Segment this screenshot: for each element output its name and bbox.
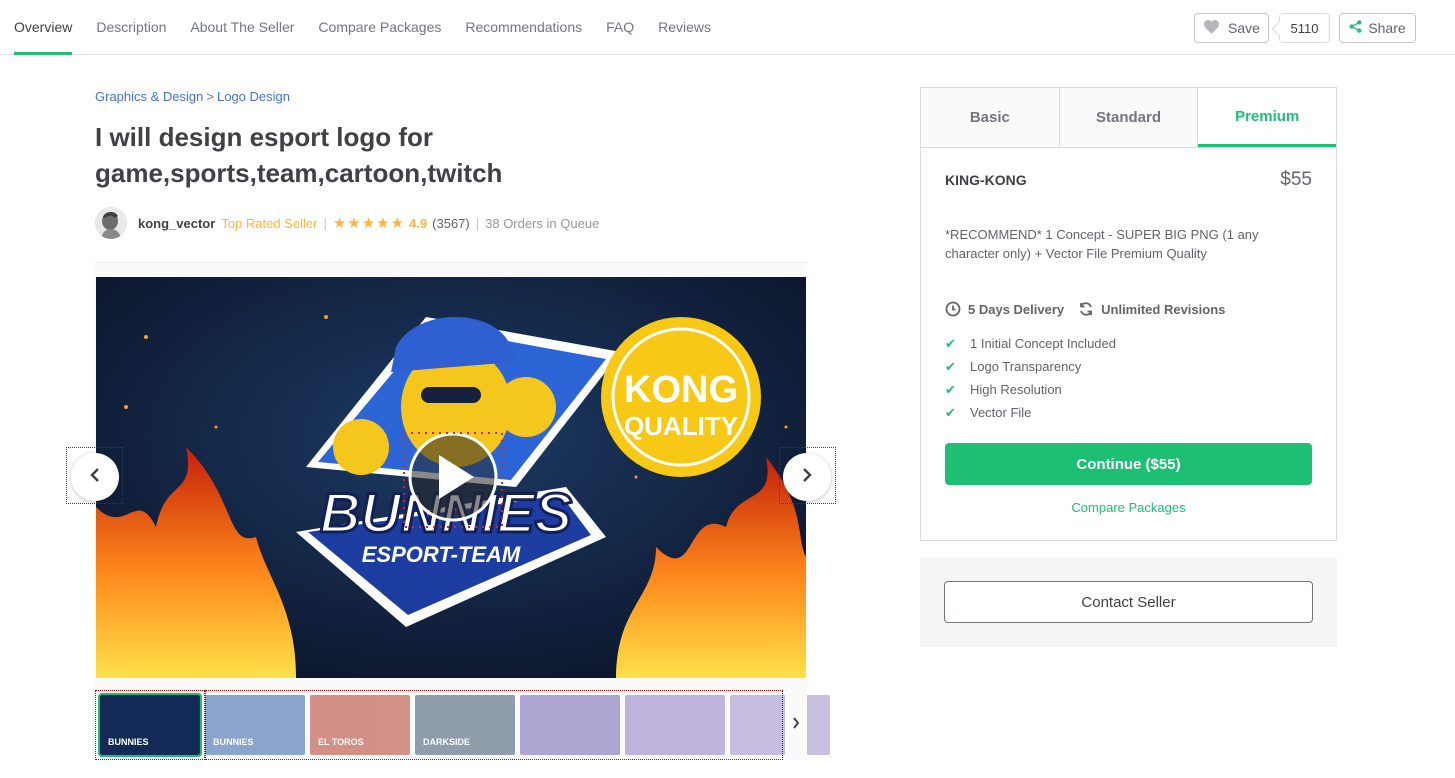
thumbnail-label: EL TOROS: [318, 737, 364, 747]
feature-label: Vector File: [970, 405, 1032, 420]
tab-faq[interactable]: FAQ: [606, 0, 634, 55]
package-tab-premium[interactable]: Premium: [1198, 88, 1337, 147]
continue-button[interactable]: Continue ($55): [945, 443, 1312, 485]
revisions-info: Unlimited Revisions: [1078, 301, 1225, 317]
gig-nav-bar: Overview Description About The Seller Co…: [0, 0, 1455, 55]
feature-label: 1 Initial Concept Included: [970, 336, 1116, 351]
play-icon[interactable]: [408, 432, 498, 522]
compare-packages-link[interactable]: Compare Packages: [921, 500, 1336, 515]
thumbnail[interactable]: BUNNIES: [205, 695, 305, 755]
contact-seller-button[interactable]: Contact Seller: [944, 581, 1313, 623]
package-price: $55: [1280, 169, 1312, 190]
package-tabs: Basic Standard Premium: [921, 88, 1337, 148]
feature-item: ✔ High Resolution: [945, 378, 1116, 401]
thumbnail[interactable]: [625, 695, 725, 755]
chevron-right-icon: [792, 716, 800, 734]
rating-score: 4.9: [409, 215, 428, 231]
feature-item: ✔ 1 Initial Concept Included: [945, 332, 1116, 355]
check-icon: ✔: [945, 404, 956, 420]
thumbnails-next-button[interactable]: [785, 690, 807, 760]
share-label: Share: [1368, 20, 1406, 36]
gallery-thumbnails: BUNNIES BUNNIES EL TOROS DARKSIDE: [95, 690, 830, 760]
tab-description[interactable]: Description: [96, 0, 166, 55]
package-features: ✔ 1 Initial Concept Included ✔ Logo Transp…: [945, 332, 1116, 424]
hero-badge-top: KONG: [624, 369, 738, 411]
save-button[interactable]: Save: [1194, 13, 1269, 43]
divider: |: [323, 215, 327, 231]
thumbnail[interactable]: DARKSIDE: [415, 695, 515, 755]
chevron-left-icon: [89, 467, 101, 488]
gig-actions: Save 5110 Share: [1194, 13, 1416, 43]
thumbnail[interactable]: [730, 695, 830, 755]
refresh-icon: [1078, 301, 1094, 317]
share-icon: [1349, 20, 1362, 36]
contact-seller-panel: Contact Seller: [920, 557, 1337, 647]
heart-icon: [1203, 19, 1220, 37]
feature-label: High Resolution: [970, 382, 1062, 397]
thumbnail[interactable]: [520, 695, 620, 755]
breadcrumb-category[interactable]: Graphics & Design: [95, 89, 203, 104]
thumbnail[interactable]: BUNNIES: [98, 693, 202, 757]
check-icon: ✔: [945, 358, 956, 374]
check-icon: ✔: [945, 335, 956, 351]
package-card: Basic Standard Premium KING-KONG $55 *RE…: [920, 87, 1337, 541]
seller-avatar[interactable]: [95, 207, 127, 239]
clock-icon: [945, 301, 961, 317]
ratings-count[interactable]: (3567): [432, 216, 470, 231]
save-label: Save: [1228, 20, 1260, 36]
package-tab-basic[interactable]: Basic: [921, 88, 1060, 147]
package-tab-standard[interactable]: Standard: [1059, 88, 1199, 147]
tab-overview[interactable]: Overview: [14, 0, 73, 55]
chevron-right-icon: [801, 467, 813, 488]
hero-badge-bottom: QUALITY: [624, 411, 738, 441]
package-meta: 5 Days Delivery Unlimited Revisions: [945, 301, 1225, 317]
thumbnail-label: BUNNIES: [213, 737, 254, 747]
seller-username[interactable]: kong_vector: [138, 216, 215, 231]
thumbnail[interactable]: EL TOROS: [310, 695, 410, 755]
save-count: 5110: [1279, 13, 1330, 43]
feature-label: Logo Transparency: [970, 359, 1082, 374]
hero-logo-sub: ESPORT-TEAM: [362, 542, 521, 567]
gig-tabs: Overview Description About The Seller Co…: [14, 0, 735, 55]
breadcrumb: Graphics & Design > Logo Design: [95, 89, 290, 104]
seller-level-badge: Top Rated Seller: [221, 215, 318, 231]
share-button[interactable]: Share: [1339, 13, 1416, 43]
orders-in-queue: 38 Orders in Queue: [485, 215, 600, 231]
tab-recommendations[interactable]: Recommendations: [465, 0, 582, 55]
tab-about-the-seller[interactable]: About The Seller: [190, 0, 294, 55]
divider: |: [475, 215, 480, 231]
package-name: KING-KONG: [945, 172, 1027, 188]
gallery-prev-button[interactable]: [71, 453, 119, 501]
tab-reviews[interactable]: Reviews: [658, 0, 711, 55]
gig-gallery: BUNNIES ESPORT-TEAM KONG QUALITY: [66, 262, 836, 760]
seller-overview: kong_vector Top Rated Seller | ★★★★★ 4.9…: [95, 207, 599, 239]
feature-item: ✔ Logo Transparency: [945, 355, 1116, 378]
gig-title: I will design esport logo for game,sport…: [95, 122, 503, 188]
gallery-next-button[interactable]: [783, 453, 831, 501]
thumbnail-label: DARKSIDE: [423, 737, 471, 747]
breadcrumb-subcategory[interactable]: Logo Design: [217, 89, 290, 104]
delivery-time: 5 Days Delivery: [968, 301, 1065, 317]
package-description: *RECOMMEND* 1 Concept - SUPER BIG PNG (1…: [945, 227, 1259, 261]
star-rating-icon: ★★★★★: [332, 215, 406, 232]
check-icon: ✔: [945, 381, 956, 397]
delivery-info: 5 Days Delivery: [945, 301, 1064, 317]
thumbnail-label: BUNNIES: [108, 737, 149, 747]
revisions-count: Unlimited Revisions: [1101, 301, 1226, 317]
feature-item: ✔ Vector File: [945, 401, 1116, 424]
gallery-main-image[interactable]: BUNNIES ESPORT-TEAM KONG QUALITY: [96, 277, 806, 678]
breadcrumb-separator: >: [206, 89, 214, 104]
tab-compare-packages[interactable]: Compare Packages: [318, 0, 441, 55]
